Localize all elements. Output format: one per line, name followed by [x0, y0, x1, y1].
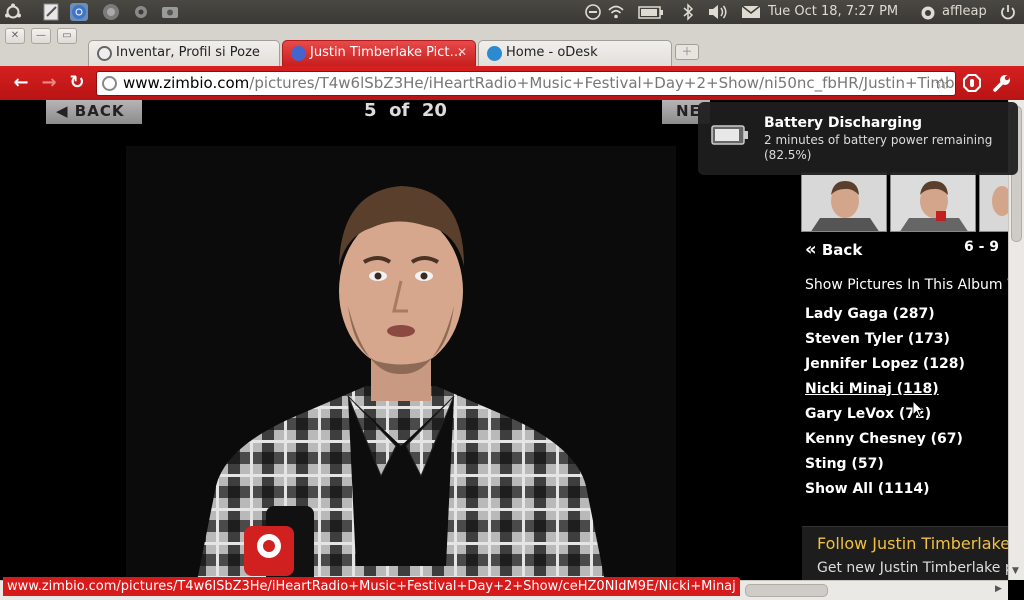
- zimbio-favicon-icon: [291, 46, 306, 61]
- new-tab-button[interactable]: ＋: [675, 44, 699, 60]
- hscroll-thumb[interactable]: [745, 584, 828, 597]
- total-photos: 20: [421, 100, 447, 121]
- indicator-stop-icon[interactable]: [584, 3, 602, 21]
- follow-box: Follow Justin Timberlake Get new Justin …: [802, 526, 1008, 580]
- gallery-back-button[interactable]: ◀ BACK: [46, 100, 142, 124]
- thumbnail-range: 6 - 9: [964, 239, 1000, 255]
- notification-line2: (82.5%): [764, 148, 812, 162]
- volume-icon[interactable]: [707, 3, 729, 21]
- user-name[interactable]: affleap: [942, 4, 987, 19]
- mouse-cursor-icon: [912, 400, 924, 418]
- thumbnail[interactable]: [890, 172, 976, 232]
- battery-notification: Battery Discharging 2 minutes of battery…: [698, 102, 1018, 175]
- current-photo: 5: [364, 100, 377, 121]
- album-link-kenny-chesney[interactable]: Kenny Chesney (67): [805, 431, 963, 447]
- tab-odesk[interactable]: Home - oDesk: [478, 40, 672, 66]
- album-link-nicki-minaj[interactable]: Nicki Minaj (118): [805, 381, 939, 397]
- ubuntu-logo-icon[interactable]: [4, 3, 22, 21]
- forward-arrow-icon[interactable]: →: [38, 72, 60, 94]
- address-bar[interactable]: www.zimbio.com/pictures/T4w6lSbZ3He/iHea…: [96, 71, 956, 96]
- battery-icon[interactable]: [638, 3, 664, 21]
- thumbnail[interactable]: [979, 172, 1008, 232]
- scroll-down-icon[interactable]: ▼: [1012, 566, 1019, 576]
- url-host: www.zimbio.com: [123, 74, 250, 92]
- album-link-steven-tyler[interactable]: Steven Tyler (173): [805, 331, 950, 347]
- system-launcher-icon[interactable]: [102, 3, 120, 21]
- album-link-show-all[interactable]: Show All (1114): [805, 481, 930, 497]
- back-arrow-icon[interactable]: ←: [10, 72, 32, 94]
- settings-launcher-icon[interactable]: [132, 3, 150, 21]
- url-path: /pictures/T4w6lSbZ3He/iHeartRadio+Music+…: [249, 74, 956, 92]
- text-editor-launcher-icon[interactable]: [42, 3, 60, 21]
- battery-icon: [711, 125, 748, 145]
- window-maximize-button[interactable]: ▭: [57, 28, 77, 44]
- odesk-favicon-icon: [487, 46, 502, 61]
- user-status-icon[interactable]: [919, 3, 937, 21]
- notification-title: Battery Discharging: [764, 115, 923, 131]
- tab-justin-timberlake[interactable]: Justin Timberlake Pict… ✕: [282, 40, 476, 66]
- clock[interactable]: Tue Oct 18, 7:27 PM: [768, 4, 898, 19]
- screenshot-launcher-icon[interactable]: [161, 3, 179, 21]
- globe-icon: [97, 46, 112, 61]
- left-triangle-icon: ◀: [56, 102, 69, 120]
- bookmark-star-icon[interactable]: ☆: [935, 72, 949, 95]
- browser-toolbar: ← → ↻ www.zimbio.com/pictures/T4w6lSbZ3H…: [0, 66, 1024, 100]
- window-minimize-button[interactable]: —: [31, 28, 51, 44]
- photo-counter: 5 of 20: [364, 100, 447, 121]
- top-panel: Tue Oct 18, 7:27 PM affleap: [0, 0, 1024, 24]
- double-chevron-left-icon: «: [805, 239, 817, 260]
- tab-strip: ✕ — ▭ Inventar, Profil si Poze Justin Ti…: [0, 24, 1024, 66]
- thumbnail-image: [980, 173, 1008, 231]
- adblock-icon[interactable]: [962, 73, 982, 93]
- reload-icon[interactable]: ↻: [66, 72, 88, 94]
- wrench-menu-icon[interactable]: [992, 73, 1012, 93]
- album-link-jennifer-lopez[interactable]: Jennifer Lopez (128): [805, 356, 965, 372]
- tab-close-icon[interactable]: ✕: [457, 45, 467, 59]
- follow-text: Get new Justin Timberlake pic: [817, 560, 1008, 576]
- counter-of: of: [389, 100, 410, 121]
- album-heading: Show Pictures In This Album W: [805, 277, 1008, 293]
- window-close-button[interactable]: ✕: [5, 28, 25, 44]
- power-icon[interactable]: [999, 3, 1017, 21]
- thumbnail-back-link[interactable]: « Back: [805, 239, 862, 260]
- follow-title[interactable]: Follow Justin Timberlake: [817, 534, 1008, 553]
- thumbnail[interactable]: [801, 172, 887, 232]
- notification-line1: 2 minutes of battery power remaining: [764, 133, 993, 147]
- scroll-right-icon[interactable]: ▶: [995, 584, 1002, 594]
- thumbnail-back-label: Back: [821, 241, 863, 259]
- tab-label: Justin Timberlake Pict…: [310, 45, 463, 60]
- mail-icon[interactable]: [741, 3, 761, 21]
- person-photo-image: [126, 146, 676, 580]
- status-url-bubble: www.zimbio.com/pictures/T4w6lSbZ3He/iHea…: [3, 577, 740, 596]
- chrome-launcher-icon[interactable]: [70, 3, 88, 21]
- wifi-icon[interactable]: [607, 3, 625, 21]
- album-link-lady-gaga[interactable]: Lady Gaga (287): [805, 306, 935, 322]
- thumbnail-image: [891, 173, 975, 231]
- main-photo[interactable]: [126, 146, 676, 580]
- back-label: BACK: [74, 102, 125, 120]
- tab-inventar[interactable]: Inventar, Profil si Poze: [88, 40, 280, 66]
- thumbnail-image: [802, 173, 886, 231]
- album-link-sting[interactable]: Sting (57): [805, 456, 884, 472]
- bluetooth-icon[interactable]: [679, 3, 697, 21]
- tab-label: Home - oDesk: [506, 45, 598, 60]
- globe-icon: [102, 76, 117, 91]
- tab-label: Inventar, Profil si Poze: [116, 45, 260, 60]
